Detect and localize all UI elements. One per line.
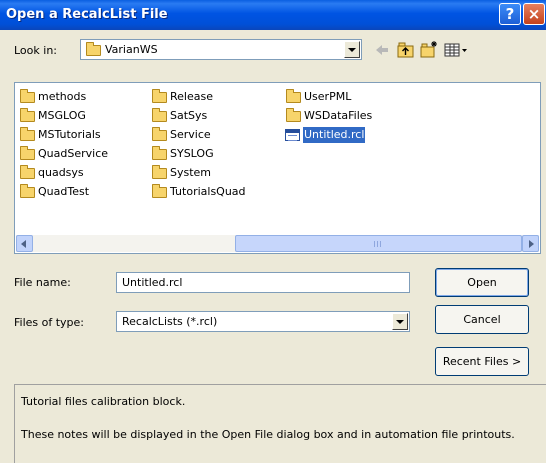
notes-line: Tutorial files calibration block. <box>21 395 186 408</box>
item-label: methods <box>38 90 87 103</box>
item-label: Service <box>170 128 211 141</box>
item-label: TutorialsQuad <box>170 185 246 198</box>
folder-icon <box>286 89 301 103</box>
folder-icon <box>152 89 167 103</box>
open-recalclist-dialog: Open a RecalcList File ? × Look in: Vari… <box>0 0 546 463</box>
folder-icon <box>152 108 167 122</box>
folder-icon <box>20 184 35 198</box>
notes-line: These notes will be displayed in the Ope… <box>21 428 515 441</box>
file-name-value: Untitled.rcl <box>122 276 183 289</box>
look-in-value: VarianWS <box>105 43 158 56</box>
cancel-button[interactable]: Cancel <box>435 305 529 334</box>
window-title: Open a RecalcList File <box>6 7 168 22</box>
folder-icon <box>20 127 35 141</box>
folder-icon <box>20 108 35 122</box>
item-label: WSDataFiles <box>304 109 373 122</box>
help-button[interactable]: ? <box>499 3 521 25</box>
file-name-label: File name: <box>14 276 71 289</box>
scroll-right-icon[interactable] <box>522 235 539 252</box>
file-type-value: RecalcLists (*.rcl) <box>122 315 218 328</box>
grip-icon <box>374 241 383 247</box>
item-label: UserPML <box>304 90 352 103</box>
rcl-file-icon <box>285 129 300 141</box>
file-list[interactable]: Untitled.rcl WSDataFiles UserPML TutorialsQ… <box>14 82 541 254</box>
view-menu-icon[interactable] <box>443 40 469 60</box>
item-label: SYSLOG <box>170 147 214 160</box>
item-label: quadsys <box>38 166 84 179</box>
folder-icon <box>152 165 167 179</box>
file-name-input[interactable]: Untitled.rcl <box>116 272 410 293</box>
folder-icon <box>20 165 35 179</box>
notes-panel: Tutorial files calibration block. These … <box>14 384 546 463</box>
item-label: Untitled.rcl <box>303 127 366 143</box>
look-in-combo[interactable]: VarianWS <box>80 39 362 60</box>
horizontal-scrollbar[interactable] <box>16 235 539 252</box>
folder-icon <box>20 146 35 160</box>
item-label: MSGLOG <box>38 109 86 122</box>
item-label: System <box>170 166 212 179</box>
recent-files-button[interactable]: Recent Files > <box>435 347 529 376</box>
folder-icon <box>286 108 301 122</box>
chevron-down-icon[interactable] <box>344 41 360 58</box>
back-arrow-icon[interactable] <box>372 40 392 60</box>
open-button[interactable]: Open <box>435 268 529 297</box>
up-one-level-icon[interactable] <box>396 40 416 60</box>
folder-icon <box>152 127 167 141</box>
chevron-down-icon[interactable] <box>392 313 408 330</box>
folder-icon <box>86 42 101 56</box>
look-in-label: Look in: <box>14 44 57 57</box>
file-type-combo[interactable]: RecalcLists (*.rcl) <box>116 311 410 332</box>
item-label: Release <box>170 90 213 103</box>
new-folder-icon[interactable] <box>419 40 439 60</box>
folder-icon <box>20 89 35 103</box>
folder-icon <box>152 146 167 160</box>
folder-icon <box>152 184 167 198</box>
file-type-label: Files of type: <box>14 316 85 329</box>
scroll-left-icon[interactable] <box>16 235 33 252</box>
title-bar[interactable]: Open a RecalcList File ? × <box>0 0 546 30</box>
item-label: QuadTest <box>38 185 90 198</box>
item-label: SatSys <box>170 109 208 122</box>
item-label: MSTutorials <box>38 128 101 141</box>
scrollbar-thumb[interactable] <box>235 235 522 252</box>
item-label: QuadService <box>38 147 109 160</box>
close-button[interactable]: × <box>523 3 545 25</box>
